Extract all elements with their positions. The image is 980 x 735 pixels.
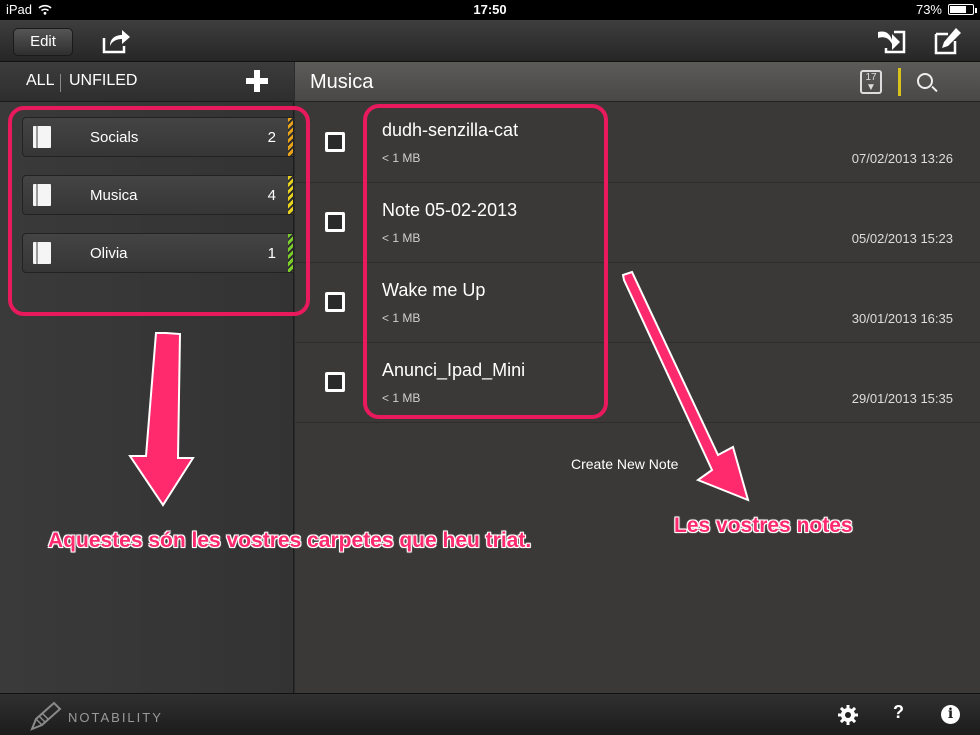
notes-callout-text: Les vostres notes	[674, 514, 853, 537]
annotation-arrows	[128, 270, 750, 507]
folders-callout-text: Aquestes són les vostres carpetes que he…	[48, 529, 532, 552]
notes-arrow	[621, 270, 750, 502]
folders-arrow	[128, 332, 195, 507]
